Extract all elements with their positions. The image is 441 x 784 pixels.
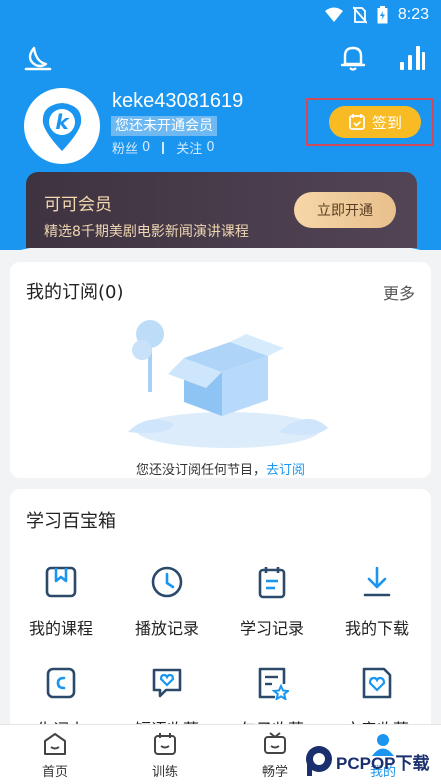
tab-label: 训练 [151, 765, 178, 780]
empty-message: 您还没订阅任何节目， [135, 463, 266, 478]
subscriptions-more-link[interactable]: 更多 [383, 280, 415, 304]
tool-study-records[interactable]: 学习记录 [222, 565, 322, 639]
vip-open-button[interactable]: 立即开通 [294, 192, 396, 228]
vip-subtitle: 精选8千期美剧电影新闻演讲课程 [44, 224, 249, 240]
night-mode-icon[interactable] [22, 44, 52, 72]
svg-text:k: k [55, 110, 70, 134]
tool-my-courses[interactable]: 我的课程 [11, 565, 111, 639]
pcpop-watermark: PCPOP下载 [304, 742, 438, 780]
watermark-text: PCPOP下载 [336, 753, 430, 773]
empty-box-illustration [128, 320, 328, 448]
vip-banner[interactable]: 可可会员 精选8千期美剧电影新闻演讲课程 立即开通 [26, 172, 417, 248]
clock-icon [151, 566, 183, 598]
toolbox-title: 学习百宝箱 [26, 511, 116, 532]
follow-count: 0 [206, 140, 215, 155]
train-icon [154, 733, 176, 755]
word-book-icon [46, 667, 76, 699]
tool-label: 学习记录 [239, 619, 304, 638]
bookmark-book-icon [45, 566, 77, 598]
tool-label: 播放记录 [134, 619, 199, 638]
download-icon [363, 566, 391, 597]
signin-label: 签到 [371, 113, 402, 132]
stats-icon[interactable] [398, 42, 426, 72]
heart-chat-icon [152, 668, 182, 698]
status-bar: 8:23 [0, 0, 441, 32]
follow-label[interactable]: 关注 [176, 138, 202, 157]
subscriptions-card: 我的订阅(0) 更多 您还没订阅任何节目，去订阅 [10, 262, 431, 478]
tool-play-history[interactable]: 播放记录 [117, 565, 217, 639]
tool-my-downloads[interactable]: 我的下载 [327, 565, 427, 639]
heart-doc-icon [362, 667, 392, 699]
fans-label[interactable]: 粉丝 [112, 138, 138, 157]
go-subscribe-link[interactable]: 去订阅 [266, 463, 305, 478]
kekenglish-logo-icon: k [42, 103, 82, 151]
fans-count: 0 [142, 140, 151, 155]
avatar[interactable]: k [24, 88, 100, 164]
tab-learn[interactable]: 畅学 [245, 731, 305, 780]
tv-icon [264, 732, 286, 754]
tab-label: 首页 [41, 765, 68, 780]
tool-label: 我的下载 [344, 619, 409, 638]
wifi-icon [324, 7, 343, 22]
status-time: 8:23 [397, 6, 429, 23]
tab-train[interactable]: 训练 [135, 731, 195, 780]
no-sim-icon [352, 6, 367, 24]
vip-title: 可可会员 [44, 195, 112, 215]
username: keke43081619 [112, 90, 244, 112]
subscriptions-title: 我的订阅(0) [26, 282, 124, 303]
bell-icon[interactable] [339, 44, 367, 72]
empty-subscription-text: 您还没订阅任何节目，去订阅 [10, 459, 431, 478]
member-status-tip: 您还未开通会员 [111, 116, 217, 136]
pcpop-logo-icon [306, 746, 332, 776]
status-icons: 8:23 [324, 6, 429, 24]
star-note-icon [258, 667, 289, 700]
signin-button[interactable]: 签到 [329, 106, 421, 138]
home-icon [44, 733, 66, 755]
battery-icon [377, 6, 388, 24]
tab-home[interactable]: 首页 [25, 731, 85, 780]
notebook-icon [258, 567, 286, 599]
follow-divider [162, 141, 165, 154]
calendar-check-icon [349, 114, 365, 130]
follow-stats: 粉丝 0 关注 0 [112, 138, 215, 157]
tool-label: 我的课程 [28, 619, 93, 638]
tab-label: 畅学 [261, 765, 288, 780]
